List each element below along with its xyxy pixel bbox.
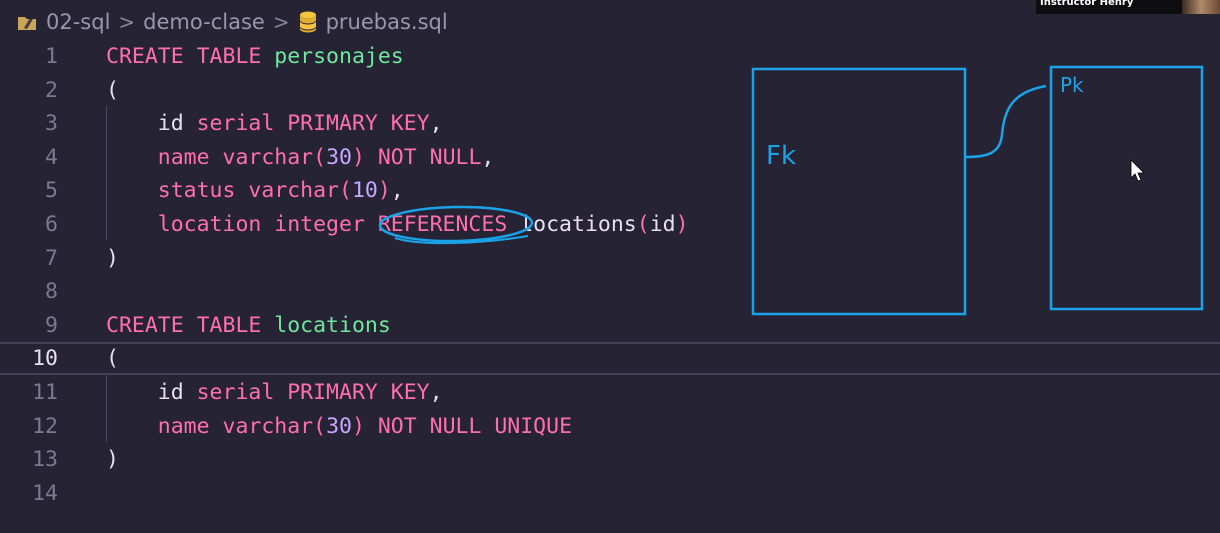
breadcrumb-separator: > bbox=[118, 10, 136, 34]
code-line[interactable]: 6 location integer REFERENCES locations(… bbox=[0, 208, 1220, 241]
line-number: 7 bbox=[45, 245, 58, 271]
line-number: 14 bbox=[32, 480, 58, 506]
line-number: 5 bbox=[45, 178, 58, 204]
code-token: id bbox=[106, 380, 197, 405]
line-number: 10 bbox=[32, 346, 58, 372]
code-token: id bbox=[649, 212, 676, 237]
code-line[interactable]: 13) bbox=[0, 443, 1220, 476]
webcam-video bbox=[1182, 0, 1220, 14]
code-token: CREATE TABLE bbox=[106, 312, 275, 338]
code-token: serial PRIMARY KEY bbox=[196, 380, 430, 405]
code-line[interactable]: 11 id serial PRIMARY KEY, bbox=[0, 376, 1220, 409]
code-token: 10 bbox=[351, 178, 378, 204]
code-line[interactable]: 2( bbox=[0, 74, 1220, 107]
webcam-label: Instructor Henry bbox=[1040, 0, 1134, 8]
folder-icon bbox=[18, 17, 36, 30]
code-token: REFERENCES bbox=[377, 212, 508, 237]
code-line[interactable]: 14 bbox=[0, 477, 1220, 510]
code-text: name varchar(30) NOT NULL, bbox=[106, 144, 495, 170]
code-token: serial PRIMARY KEY bbox=[196, 111, 430, 137]
code-token: ) bbox=[675, 212, 689, 237]
code-text: CREATE TABLE personajes bbox=[106, 44, 404, 69]
code-text: CREATE TABLE locations bbox=[106, 313, 391, 338]
code-token: personajes bbox=[274, 44, 404, 69]
code-token: name varchar bbox=[106, 413, 314, 439]
line-number: 4 bbox=[45, 144, 58, 170]
line-number: 12 bbox=[32, 413, 58, 439]
code-token: , bbox=[390, 178, 404, 204]
code-token: , bbox=[429, 111, 443, 137]
breadcrumb-item-02-sql[interactable]: 02-sql bbox=[46, 10, 110, 34]
code-token: location integer bbox=[106, 212, 378, 237]
code-token: ( bbox=[339, 178, 352, 204]
code-text: ( bbox=[106, 78, 119, 103]
code-token: ( bbox=[313, 144, 327, 170]
code-text: id serial PRIMARY KEY, bbox=[106, 111, 443, 136]
line-number: 2 bbox=[45, 77, 58, 103]
code-token: CREATE TABLE bbox=[106, 44, 275, 69]
line-number: 11 bbox=[32, 380, 58, 405]
code-text: ) bbox=[106, 246, 119, 271]
line-number: 8 bbox=[45, 279, 58, 305]
line-number: 1 bbox=[45, 44, 58, 69]
code-line[interactable]: 5 status varchar(10), bbox=[0, 174, 1220, 207]
code-token: NOT NULL UNIQUE bbox=[364, 413, 573, 439]
code-token: ) bbox=[106, 245, 119, 271]
database-icon bbox=[299, 11, 316, 33]
code-text: status varchar(10), bbox=[106, 178, 404, 203]
code-token: NOT NULL bbox=[364, 144, 482, 170]
line-number: 3 bbox=[45, 111, 58, 137]
code-token: ) bbox=[351, 413, 365, 439]
line-number: 9 bbox=[45, 312, 58, 338]
breadcrumb-item-file[interactable]: pruebas.sql bbox=[326, 10, 448, 34]
code-line[interactable]: 4 name varchar(30) NOT NULL, bbox=[0, 141, 1220, 174]
code-text: id serial PRIMARY KEY, bbox=[106, 380, 443, 405]
code-token: ( bbox=[636, 212, 650, 237]
code-line[interactable]: 8 bbox=[0, 275, 1220, 308]
code-token: locations bbox=[274, 312, 391, 338]
code-line[interactable]: 7) bbox=[0, 242, 1220, 275]
code-text: ( bbox=[106, 346, 119, 371]
code-text: name varchar(30) NOT NULL UNIQUE bbox=[106, 414, 572, 439]
code-token: ) bbox=[351, 144, 365, 170]
code-token: ) bbox=[106, 447, 119, 473]
code-line[interactable]: 9 CREATE TABLE locations bbox=[0, 309, 1220, 342]
code-token: locations bbox=[507, 212, 637, 237]
code-token: ( bbox=[106, 77, 119, 103]
code-token: ) bbox=[377, 178, 391, 204]
webcam-overlay: Instructor Henry bbox=[1036, 0, 1220, 14]
code-token: ( bbox=[313, 413, 327, 439]
code-text: location integer REFERENCES locations(id… bbox=[106, 212, 689, 237]
code-token: ( bbox=[106, 346, 119, 372]
code-token: 30 bbox=[326, 413, 352, 439]
code-token: status varchar bbox=[106, 178, 339, 204]
breadcrumb-separator: > bbox=[272, 10, 290, 34]
line-number: 13 bbox=[32, 447, 58, 473]
code-line[interactable]: 1 CREATE TABLE personajes bbox=[0, 40, 1220, 73]
breadcrumb: 02-sql > demo-clase > pruebas.sql bbox=[16, 8, 448, 36]
breadcrumb-item-demo-clase[interactable]: demo-clase bbox=[143, 10, 265, 34]
code-line[interactable]: 12 name varchar(30) NOT NULL UNIQUE bbox=[0, 410, 1220, 443]
code-token: 30 bbox=[326, 144, 352, 170]
code-token: , bbox=[429, 380, 443, 405]
line-number: 6 bbox=[45, 212, 58, 237]
code-token: id bbox=[106, 111, 197, 137]
code-line[interactable]: 10 ( bbox=[0, 342, 1220, 376]
code-line[interactable]: 3 id serial PRIMARY KEY, bbox=[0, 107, 1220, 140]
code-token: , bbox=[481, 144, 495, 170]
code-token: name varchar bbox=[106, 144, 314, 170]
code-text: ) bbox=[106, 447, 119, 472]
